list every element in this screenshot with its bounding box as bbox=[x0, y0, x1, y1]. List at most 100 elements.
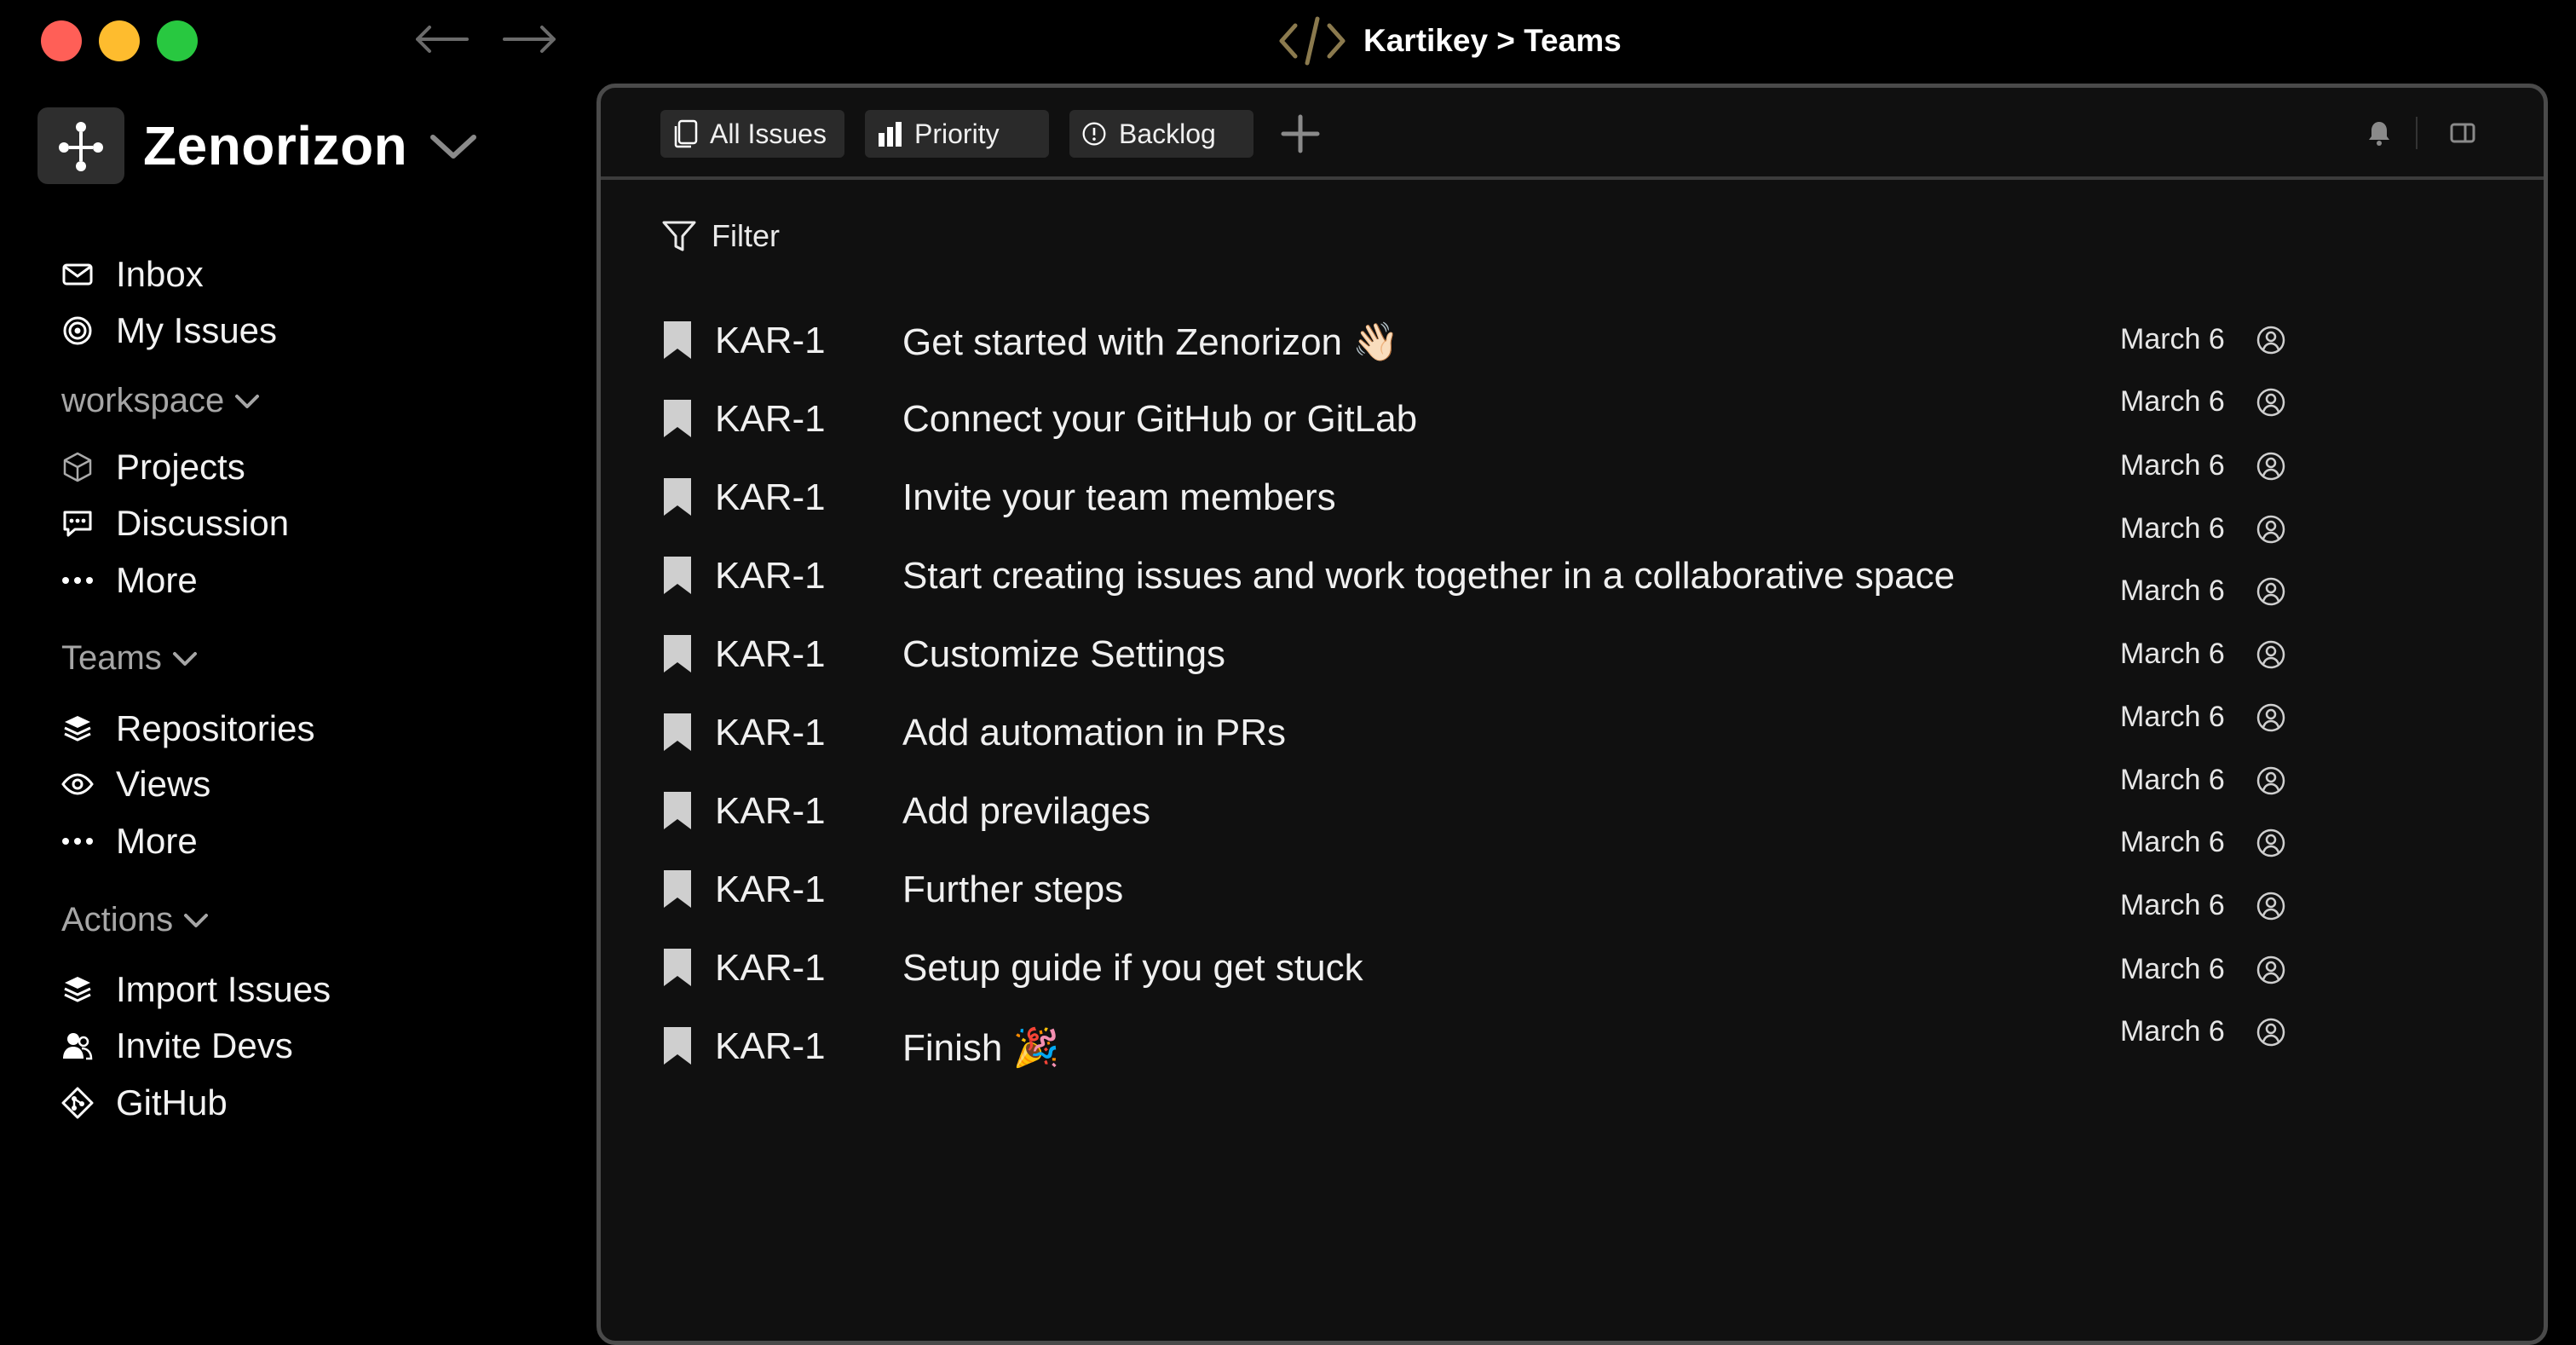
issue-date: March 6 bbox=[2120, 638, 2225, 670]
sidebar-item-repositories[interactable]: Repositories bbox=[61, 708, 314, 749]
arrow-left-icon[interactable] bbox=[412, 17, 470, 61]
issue-id: KAR-1 bbox=[715, 633, 826, 675]
close-window-button[interactable] bbox=[41, 20, 82, 61]
section-teams[interactable]: Teams bbox=[61, 639, 199, 678]
tab-label: All Issues bbox=[710, 118, 827, 149]
sidebar-item-label: Inbox bbox=[116, 254, 204, 294]
chevron-down-icon bbox=[172, 651, 197, 666]
assignee-avatar-icon[interactable] bbox=[2256, 765, 2286, 796]
assignee-avatar-icon[interactable] bbox=[2256, 514, 2286, 545]
sidebar-item-projects[interactable]: Projects bbox=[61, 447, 245, 488]
issue-id: KAR-1 bbox=[715, 790, 826, 832]
issue-meta: March 6 bbox=[2120, 449, 2286, 482]
sidebar-item-my-issues[interactable]: My Issues bbox=[61, 310, 277, 351]
issue-meta: March 6 bbox=[2120, 764, 2286, 797]
assignee-avatar-icon[interactable] bbox=[2256, 387, 2286, 418]
issue-id: KAR-1 bbox=[715, 476, 826, 518]
chevron-down-icon[interactable] bbox=[428, 129, 479, 163]
issue-date: March 6 bbox=[2120, 953, 2225, 985]
issue-meta: March 6 bbox=[2120, 574, 2286, 608]
sidebar-item-label: Invite Devs bbox=[116, 1025, 293, 1065]
sidebar-item-label: Views bbox=[116, 764, 211, 804]
sidebar-item-discussion[interactable]: Discussion bbox=[61, 503, 289, 544]
assignee-avatar-icon[interactable] bbox=[2256, 1017, 2286, 1048]
sidebar-item-inbox[interactable]: Inbox bbox=[61, 254, 204, 295]
assignee-avatar-icon[interactable] bbox=[2256, 325, 2286, 355]
filter-label: Filter bbox=[712, 218, 780, 253]
issue-id: KAR-1 bbox=[715, 1025, 826, 1067]
issue-meta: March 6 bbox=[2120, 512, 2286, 546]
issue-date: March 6 bbox=[2120, 385, 2225, 418]
bookmark-icon bbox=[664, 713, 691, 751]
window-title: Kartikey > Teams bbox=[1276, 14, 1622, 68]
sidebar-item-more[interactable]: More bbox=[61, 821, 198, 862]
tab-backlog[interactable]: Backlog bbox=[1069, 110, 1253, 158]
tab-priority[interactable]: Priority bbox=[865, 110, 1049, 158]
issue-id: KAR-1 bbox=[715, 398, 826, 440]
eye-icon bbox=[61, 768, 94, 800]
sidebar-item-import-issues[interactable]: Import Issues bbox=[61, 969, 331, 1010]
filter-button[interactable]: Filter bbox=[660, 217, 780, 255]
history-navigation bbox=[412, 17, 559, 61]
arrow-right-icon[interactable] bbox=[501, 17, 559, 61]
more-icon bbox=[61, 564, 94, 597]
sidebar-item-github[interactable]: GitHub bbox=[61, 1082, 228, 1123]
assignee-avatar-icon[interactable] bbox=[2256, 451, 2286, 482]
section-actions[interactable]: Actions bbox=[61, 901, 210, 939]
assignee-avatar-icon[interactable] bbox=[2256, 891, 2286, 921]
issue-title: Customize Settings bbox=[902, 633, 1226, 675]
chat-icon bbox=[61, 507, 94, 540]
issue-date: March 6 bbox=[2120, 323, 2225, 355]
issue-title: Add previlages bbox=[902, 790, 1151, 832]
assignee-avatar-icon[interactable] bbox=[2256, 639, 2286, 670]
minimize-window-button[interactable] bbox=[99, 20, 140, 61]
issue-meta: March 6 bbox=[2120, 385, 2286, 419]
zoom-window-button[interactable] bbox=[157, 20, 198, 61]
issue-date: March 6 bbox=[2120, 574, 2225, 607]
section-label: Teams bbox=[61, 639, 162, 677]
issue-date: March 6 bbox=[2120, 449, 2225, 482]
assignee-avatar-icon[interactable] bbox=[2256, 576, 2286, 607]
assignee-avatar-icon[interactable] bbox=[2256, 955, 2286, 985]
issue-meta: March 6 bbox=[2120, 638, 2286, 671]
tab-label: Priority bbox=[914, 118, 1000, 149]
toolbar-divider bbox=[2416, 117, 2418, 149]
bell-icon[interactable] bbox=[2365, 118, 2394, 147]
assignee-avatar-icon[interactable] bbox=[2256, 828, 2286, 858]
bar-chart-icon bbox=[879, 122, 902, 147]
chevron-down-icon bbox=[235, 394, 260, 408]
issue-id: KAR-1 bbox=[715, 712, 826, 753]
assignee-avatar-icon[interactable] bbox=[2256, 702, 2286, 733]
sidebar-item-label: More bbox=[116, 560, 198, 600]
sidebar-toggle-icon[interactable] bbox=[2448, 118, 2477, 147]
sidebar-item-more[interactable]: More bbox=[61, 560, 198, 601]
sidebar-item-views[interactable]: Views bbox=[61, 764, 210, 805]
issue-id: KAR-1 bbox=[715, 555, 826, 597]
issue-date: March 6 bbox=[2120, 889, 2225, 921]
issue-title: Setup guide if you get stuck bbox=[902, 947, 1363, 989]
breadcrumb: Kartikey > Teams bbox=[1363, 23, 1622, 58]
issue-meta: March 6 bbox=[2120, 1015, 2286, 1048]
target-icon bbox=[61, 315, 94, 347]
code-icon bbox=[1279, 16, 1346, 66]
copy-icon bbox=[674, 119, 698, 148]
git-icon bbox=[61, 1087, 94, 1119]
sidebar-item-label: Discussion bbox=[116, 503, 290, 543]
plus-icon[interactable] bbox=[1278, 112, 1323, 156]
sidebar-item-label: More bbox=[116, 821, 198, 861]
sidebar-item-invite-devs[interactable]: Invite Devs bbox=[61, 1025, 293, 1066]
bookmark-icon bbox=[664, 478, 691, 516]
sidebar-item-label: Import Issues bbox=[116, 969, 331, 1009]
users-icon bbox=[61, 1030, 94, 1062]
issue-meta: March 6 bbox=[2120, 701, 2286, 734]
filter-icon bbox=[662, 221, 696, 251]
workspace-logo bbox=[37, 107, 124, 184]
workspace-name: Zenorizon bbox=[143, 115, 408, 176]
section-workspace[interactable]: workspace bbox=[61, 382, 262, 420]
issue-meta: March 6 bbox=[2120, 323, 2286, 356]
tab-all-issues[interactable]: All Issues bbox=[660, 110, 844, 158]
sidebar-item-label: My Issues bbox=[116, 310, 278, 350]
workspace-switcher[interactable]: Zenorizon bbox=[37, 107, 479, 184]
bookmark-icon bbox=[664, 557, 691, 594]
branch-logo-icon bbox=[59, 122, 103, 171]
